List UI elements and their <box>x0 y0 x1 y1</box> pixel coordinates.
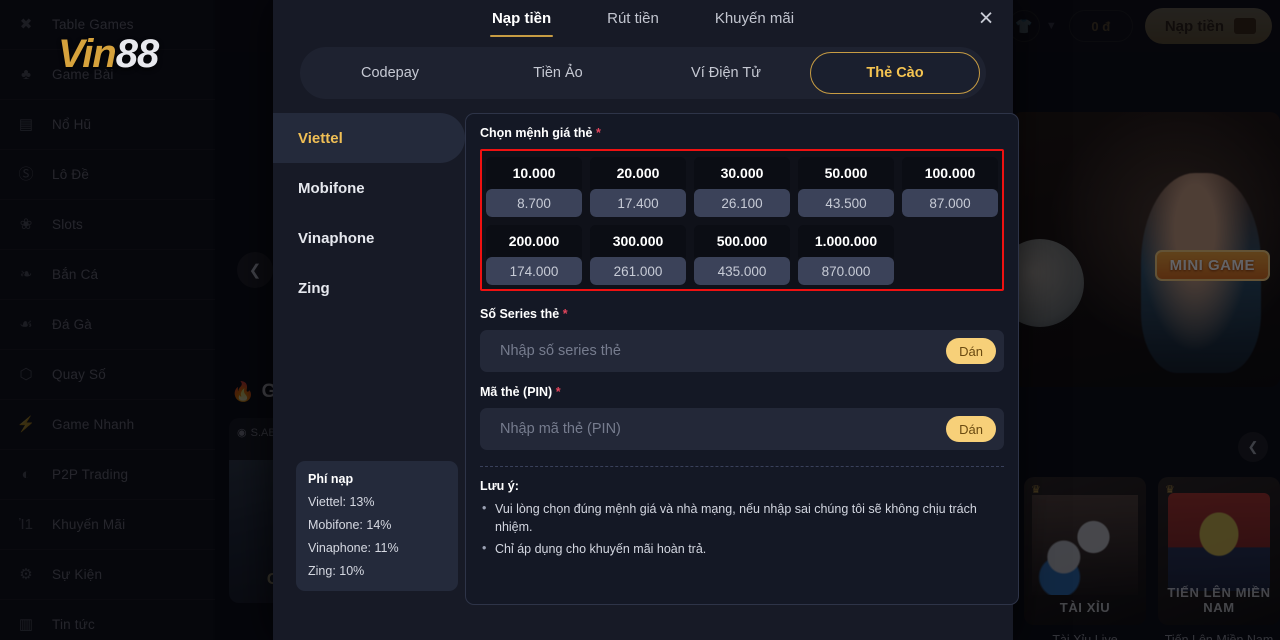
fee-line: Mobifone: 14% <box>308 518 392 532</box>
tab-nạp-tiền[interactable]: Nạp tiền <box>489 10 554 37</box>
carrier-vinaphone[interactable]: Vinaphone <box>273 213 465 263</box>
denomination-face-value: 100.000 <box>902 157 998 189</box>
denomination-face-value: 200.000 <box>486 225 582 257</box>
carrier-viettel[interactable]: Viettel <box>273 113 465 163</box>
required-asterisk: * <box>595 126 601 140</box>
pin-input[interactable] <box>500 421 947 437</box>
tab-khuyến-mãi[interactable]: Khuyến mãi <box>713 10 796 37</box>
denomination-row-2: 200.000 174.000 300.000 261.000 500.000 435.0… <box>486 225 998 285</box>
carrier-zing[interactable]: Zing <box>273 263 465 313</box>
denomination-face-value: 1.000.000 <box>798 225 894 257</box>
denomination-label: Chọn mệnh giá thẻ * <box>480 126 1004 140</box>
denomination-grid: 10.000 8.700 20.000 17.400 30.000 26.100 50.00… <box>480 149 1004 291</box>
required-asterisk-series: * <box>562 307 568 321</box>
payment-method-ví-điện-tử[interactable]: Ví Điện Tử <box>642 52 810 94</box>
note-item: Chỉ áp dụng cho khuyến mãi hoàn trả. <box>480 540 1004 559</box>
denomination-option[interactable]: 1.000.000 870.000 <box>798 225 894 285</box>
fee-line: Viettel: 13% <box>308 495 375 509</box>
denomination-face-value: 10.000 <box>486 157 582 189</box>
section-divider <box>480 466 1004 467</box>
denomination-row-1: 10.000 8.700 20.000 17.400 30.000 26.100 50.00… <box>486 157 998 217</box>
payment-method-tiền-ảo[interactable]: Tiền Ảo <box>474 52 642 94</box>
app-root: ✖Table Games♣Game Bài▤Nổ HũⓈLô Đề❀Slots❧… <box>0 0 1280 640</box>
denomination-face-value: 500.000 <box>694 225 790 257</box>
fee-line: Vinaphone: 11% <box>308 541 399 555</box>
denomination-option[interactable]: 20.000 17.400 <box>590 157 686 217</box>
fee-box-title: Phí nạp <box>308 472 354 486</box>
payment-method-thẻ-cào[interactable]: Thẻ Cào <box>810 52 980 94</box>
fee-lines: Viettel: 13% Mobifone: 14% Vinaphone: 11% Z… <box>308 495 446 578</box>
denomination-net-value: 17.400 <box>590 189 686 217</box>
denomination-option[interactable]: 300.000 261.000 <box>590 225 686 285</box>
close-icon[interactable]: × <box>973 6 999 32</box>
denomination-face-value: 50.000 <box>798 157 894 189</box>
denomination-option[interactable]: 500.000 435.000 <box>694 225 790 285</box>
series-input[interactable] <box>500 343 947 359</box>
denomination-net-value: 43.500 <box>798 189 894 217</box>
series-label-text: Số Series thẻ <box>480 307 560 321</box>
note-list: Vui lòng chọn đúng mệnh giá và nhà mạng,… <box>480 500 1004 559</box>
denomination-option[interactable]: 100.000 87.000 <box>902 157 998 217</box>
fee-line: Zing: 10% <box>308 564 365 578</box>
card-form-panel: Chọn mệnh giá thẻ * 10.000 8.700 20.000 17.… <box>465 113 1019 605</box>
denomination-face-value: 30.000 <box>694 157 790 189</box>
note-item: Vui lòng chọn đúng mệnh giá và nhà mạng,… <box>480 500 1004 537</box>
denomination-option[interactable]: 10.000 8.700 <box>486 157 582 217</box>
denomination-net-value: 8.700 <box>486 189 582 217</box>
logo-text-vin: Vin <box>58 32 117 76</box>
site-logo[interactable]: Vin88 <box>58 32 159 76</box>
modal-tabs: Nạp tiền Rút tiền Khuyến mãi <box>273 0 1013 37</box>
denomination-face-value: 20.000 <box>590 157 686 189</box>
required-asterisk-pin: * <box>555 385 561 399</box>
tab-rút-tiền[interactable]: Rút tiền <box>605 10 661 37</box>
denomination-label-text: Chọn mệnh giá thẻ <box>480 126 593 140</box>
denomination-net-value: 26.100 <box>694 189 790 217</box>
deposit-modal: × Nạp tiền Rút tiền Khuyến mãi Codepay Tiền… <box>273 0 1019 640</box>
logo-text-88: 88 <box>115 32 159 76</box>
denomination-net-value: 261.000 <box>590 257 686 285</box>
pin-label: Mã thẻ (PIN) * <box>480 385 1004 399</box>
pin-input-wrap: Dán <box>480 408 1004 450</box>
fee-info-box: Phí nạp Viettel: 13% Mobifone: 14% Vinapho… <box>296 461 458 591</box>
carrier-list: Viettel Mobifone Vinaphone Zing Phí nạp Vie… <box>273 113 465 605</box>
payment-method-tabs: Codepay Tiền Ảo Ví Điện Tử Thẻ Cào <box>300 47 986 99</box>
payment-method-codepay[interactable]: Codepay <box>306 52 474 94</box>
denomination-net-value: 87.000 <box>902 189 998 217</box>
carrier-items: Viettel Mobifone Vinaphone Zing <box>273 113 465 313</box>
denomination-option[interactable]: 50.000 43.500 <box>798 157 894 217</box>
paste-pin-button[interactable]: Dán <box>946 416 996 442</box>
denomination-option[interactable]: 30.000 26.100 <box>694 157 790 217</box>
series-input-wrap: Dán <box>480 330 1004 372</box>
denomination-option[interactable]: 200.000 174.000 <box>486 225 582 285</box>
carrier-mobifone[interactable]: Mobifone <box>273 163 465 213</box>
denomination-face-value: 300.000 <box>590 225 686 257</box>
denomination-net-value: 174.000 <box>486 257 582 285</box>
modal-body: Viettel Mobifone Vinaphone Zing Phí nạp Vie… <box>273 99 1019 605</box>
pin-label-text: Mã thẻ (PIN) <box>480 385 553 399</box>
denomination-net-value: 870.000 <box>798 257 894 285</box>
paste-series-button[interactable]: Dán <box>946 338 996 364</box>
series-label: Số Series thẻ * <box>480 307 1004 321</box>
denomination-net-value: 435.000 <box>694 257 790 285</box>
note-title: Lưu ý: <box>480 479 519 493</box>
